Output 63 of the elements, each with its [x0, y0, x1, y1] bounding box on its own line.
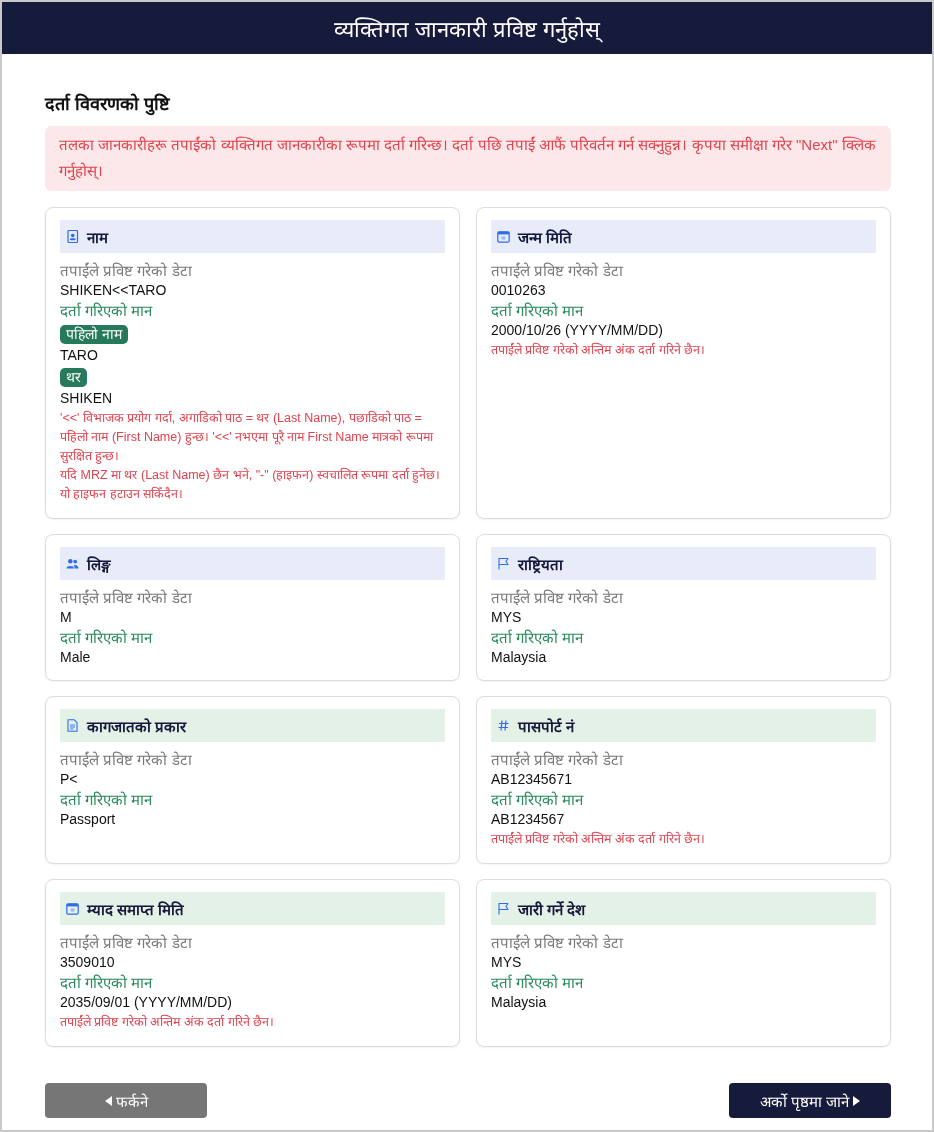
warning-alert: तलका जानकारीहरू तपाईंको व्यक्तिगत जानकारीका रूपमा दर्ता गरिन्छ। दर्ता पछि तपाईं आफैं परिवर्तन गर्न सक्नुहुन्न। कृपया समीक्षा गरेर "Next" क्लिक गर्नुहोस्। [45, 126, 891, 191]
registered-value-label: दर्ता गरिएको मान [491, 301, 585, 321]
registered-value: SHIKEN [60, 389, 114, 407]
entered-value: SHIKEN<<TARO [60, 281, 168, 299]
entered-value: P< [60, 770, 79, 788]
entered-value: MYS [491, 608, 523, 626]
registered-value: Malaysia [491, 648, 548, 666]
entered-value: MYS [491, 953, 523, 971]
card-title: म्याद समाप्त मिति [87, 899, 185, 919]
flag-icon [497, 902, 510, 915]
warning-note: तपाईंले प्रविष्ट गरेको अन्तिम अंक दर्ता गरिने छैन। [491, 341, 707, 359]
entered-data-label: तपाईंले प्रविष्ट गरेको डेटा [60, 750, 193, 770]
card-title: जारी गर्ने देश [518, 899, 586, 919]
entered-data-label: तपाईंले प्रविष्ट गरेको डेटा [491, 261, 624, 281]
warning-note: '<<' विभाजक प्रयोग गर्दा, अगाडिको पाठ = थर (Last Name), पछाडिको पाठ = पहिलो नाम (First Name) हुन्छ। '<<' नभएमा पूरै नाम First Name मात्रको रूपमा सुरक्षित हुन्छ। [60, 409, 435, 466]
card-title: पासपोर्ट नं [518, 716, 575, 736]
entered-data-label: तपाईंले प्रविष्ट गरेको डेटा [491, 933, 624, 953]
registered-value-label: दर्ता गरिएको मान [491, 790, 585, 810]
card-title: कागजातको प्रकार [87, 716, 187, 736]
card-title: नाम [87, 227, 108, 247]
next-button[interactable]: अर्को पृष्ठमा जाने [729, 1083, 891, 1118]
people-icon [66, 557, 79, 570]
caret-left-icon [104, 1095, 112, 1106]
entered-data-label: तपाईंले प्रविष्ट गरेको डेटा [60, 933, 193, 953]
contact-card-icon [66, 230, 79, 243]
entered-data-label: तपाईंले प्रविष्ट गरेको डेटा [60, 588, 193, 608]
entered-value: AB12345671 [491, 770, 573, 788]
section-heading: दर्ता विवरणको पुष्टि [45, 92, 171, 118]
entered-data-label: तपाईंले प्रविष्ट गरेको डेटा [491, 750, 624, 770]
flag-icon [497, 557, 510, 570]
entered-value: M [60, 608, 73, 626]
registered-value-label: दर्ता गरिएको मान [491, 973, 585, 993]
registered-value: Passport [60, 810, 117, 828]
entered-data-label: तपाईंले प्रविष्ट गरेको डेटा [491, 588, 624, 608]
document-icon [66, 719, 79, 732]
card-title: राष्ट्रियता [518, 554, 563, 574]
registered-value-label: दर्ता गरिएको मान [60, 301, 154, 321]
card-title: जन्म मिति [518, 227, 573, 247]
registered-value: Malaysia [491, 993, 548, 1011]
warning-note: तपाईंले प्रविष्ट गरेको अन्तिम अंक दर्ता गरिने छैन। [491, 830, 707, 848]
warning-note: तपाईंले प्रविष्ट गरेको अन्तिम अंक दर्ता गरिने छैन। [60, 1013, 276, 1031]
registered-value: 2035/09/01 (YYYY/MM/DD) [60, 993, 233, 1011]
registered-value: TARO [60, 346, 99, 364]
entered-value: 0010263 [491, 281, 547, 299]
registered-value-label: दर्ता गरिएको मान [60, 790, 154, 810]
page-title: व्यक्तिगत जानकारी प्रविष्ट गर्नुहोस् [333, 16, 601, 43]
calendar-icon [66, 902, 79, 915]
caret-right-icon [853, 1095, 861, 1106]
registered-value: 2000/10/26 (YYYY/MM/DD) [491, 321, 664, 339]
entered-value: 3509010 [60, 953, 116, 971]
hash-icon [497, 719, 510, 732]
name-part-tag: थर [60, 368, 87, 387]
entered-data-label: तपाईंले प्रविष्ट गरेको डेटा [60, 261, 193, 281]
warning-note: यदि MRZ मा थर (Last Name) छैन भने, "-" (हाइफन) स्वचालित रूपमा दर्ता हुनेछ। यो हाइफन हटाउन सकिँदैन। [60, 466, 442, 503]
registered-value-label: दर्ता गरिएको मान [491, 628, 585, 648]
card-title: लिङ्ग [87, 554, 111, 574]
name-part-tag: पहिलो नाम [60, 325, 128, 344]
registered-value: Male [60, 648, 92, 666]
registered-value: AB1234567 [491, 810, 566, 828]
back-button[interactable]: फर्कने [45, 1083, 207, 1118]
calendar-icon [497, 230, 510, 243]
registered-value-label: दर्ता गरिएको मान [60, 973, 154, 993]
registered-value-label: दर्ता गरिएको मान [60, 628, 154, 648]
